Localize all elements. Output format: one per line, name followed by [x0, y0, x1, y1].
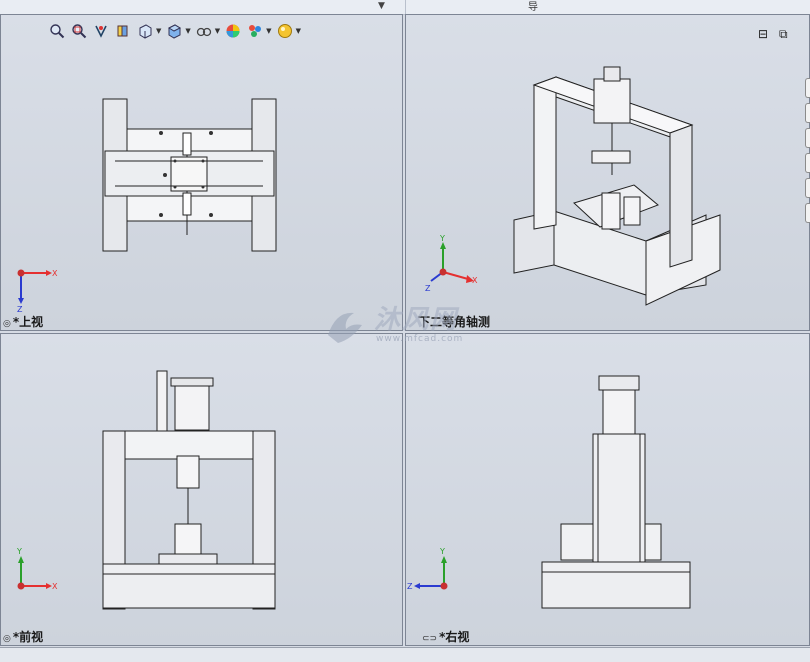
chevron-down-icon[interactable]: ▼ — [266, 27, 271, 35]
zoom-to-area-icon[interactable] — [70, 22, 88, 40]
svg-text:Y: Y — [16, 547, 22, 556]
eye-icon: ◎ — [3, 634, 11, 644]
front-view-drawing: X Y — [16, 370, 276, 610]
zoom-to-fit-icon[interactable] — [48, 22, 66, 40]
axis-triad: X Y Z — [425, 234, 478, 293]
axis-triad: X Z — [17, 269, 58, 314]
link-icon: ⊂⊃ — [422, 634, 438, 644]
chevron-down-icon[interactable]: ▼ — [156, 27, 161, 35]
task-tab[interactable] — [805, 103, 810, 123]
task-tab[interactable] — [805, 153, 810, 173]
task-tab[interactable] — [805, 203, 810, 223]
svg-text:Y: Y — [439, 547, 445, 556]
dropdown-arrow-icon[interactable]: ▼ — [378, 1, 385, 11]
watermark-url: www.mfcad.com — [376, 334, 464, 344]
svg-text:X: X — [52, 269, 58, 278]
edit-appearance-icon[interactable] — [224, 22, 242, 40]
viewport-right-label: ⊂⊃ *右视 — [422, 630, 470, 644]
viewport-front-label: ◎ *前视 — [3, 630, 44, 644]
task-tab[interactable] — [805, 178, 810, 198]
strip-hint: 导 — [528, 2, 538, 13]
svg-text:Z: Z — [407, 582, 413, 591]
eye-icon: ◎ — [3, 319, 11, 329]
hide-show-items-icon[interactable] — [195, 22, 213, 40]
restore-window-button[interactable]: ⊟ — [758, 27, 768, 41]
top-view-drawing: X Z — [17, 98, 277, 314]
maximize-window-button[interactable]: ⧉ — [779, 27, 788, 42]
heads-up-toolbar: ▼ ▼ ▼ ▼ ▼ — [48, 20, 301, 42]
chevron-down-icon[interactable]: ▼ — [215, 27, 220, 35]
right-view-drawing: Z Y — [407, 375, 691, 609]
apply-scene-icon[interactable] — [246, 22, 264, 40]
view-settings-icon[interactable] — [276, 22, 294, 40]
watermark-logo-icon — [328, 312, 362, 343]
display-style-icon[interactable] — [165, 22, 183, 40]
top-strip: ▼ 导 — [0, 0, 810, 15]
viewport-iso[interactable]: X Y Z ⊟ ⧉ 下二等角轴测 — [405, 14, 810, 331]
view-orientation-icon[interactable] — [136, 22, 154, 40]
svg-text:Z: Z — [425, 284, 431, 293]
task-tab[interactable] — [805, 78, 810, 98]
watermark-text: 沐风网 — [374, 305, 459, 335]
svg-text:Y: Y — [439, 234, 445, 243]
task-tab[interactable] — [805, 128, 810, 148]
status-bar — [0, 647, 810, 662]
viewport-right[interactable]: Z Y ⊂⊃ *右视 — [405, 333, 810, 646]
strip-divider — [405, 0, 406, 14]
iso-view-drawing: X Y Z — [425, 66, 721, 306]
task-pane-tabs[interactable] — [805, 78, 810, 228]
section-view-icon[interactable] — [114, 22, 132, 40]
axis-triad: X Y — [16, 547, 58, 591]
viewport-top[interactable]: X Z ◎ *上视 — [0, 14, 403, 331]
viewport-top-label: ◎ *上视 — [3, 315, 44, 329]
chevron-down-icon[interactable]: ▼ — [296, 27, 301, 35]
previous-view-icon[interactable] — [92, 22, 110, 40]
svg-text:X: X — [52, 582, 58, 591]
svg-text:X: X — [472, 276, 478, 285]
chevron-down-icon[interactable]: ▼ — [185, 27, 190, 35]
viewport-front[interactable]: X Y ◎ *前视 — [0, 333, 403, 646]
axis-triad: Z Y — [407, 547, 448, 591]
watermark: 沐风网 www.mfcad.com — [322, 303, 522, 353]
